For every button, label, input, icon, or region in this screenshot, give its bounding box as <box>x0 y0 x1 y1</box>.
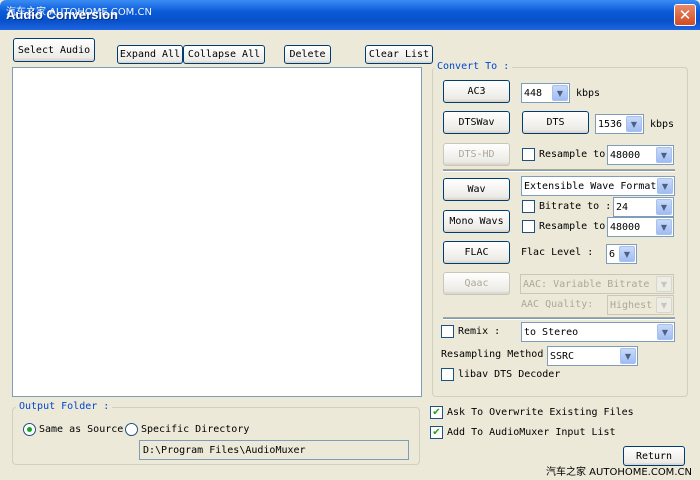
chevron-down-icon: ▼ <box>656 147 672 163</box>
title-bar: Audio Conversion 汽车之家 AUTOHOME.COM.CN ✕ <box>0 0 700 30</box>
wav-resample-select[interactable]: 48000 ▼ <box>607 217 674 237</box>
ac3-bitrate-select[interactable]: 448 ▼ <box>521 83 570 103</box>
add-to-input-label: Add To AudioMuxer Input List <box>447 427 616 438</box>
wav-resample-value: 48000 <box>610 221 641 233</box>
bitrate-checkbox[interactable] <box>522 200 535 213</box>
qaac-button[interactable]: Qaac <box>443 272 510 295</box>
flac-level-label: Flac Level : <box>521 247 594 258</box>
resample-select[interactable]: 48000 ▼ <box>607 145 674 165</box>
expand-all-button[interactable]: Expand All <box>117 45 183 64</box>
dtswav-button[interactable]: DTSWav <box>443 111 510 134</box>
ac3-unit-label: kbps <box>576 88 601 99</box>
remix-select[interactable]: to Stereo ▼ <box>521 322 675 342</box>
specific-directory-label: Specific Directory <box>141 424 250 435</box>
resample-checkbox[interactable] <box>522 148 535 161</box>
same-as-source-label: Same as Source <box>39 424 124 435</box>
resample-label: Resample to <box>539 149 606 160</box>
libav-dts-label: libav DTS Decoder <box>458 369 561 380</box>
output-folder-label: Output Folder : <box>16 401 113 412</box>
mono-wavs-button[interactable]: Mono Wavs <box>443 210 510 233</box>
dts-unit-label: kbps <box>650 119 675 130</box>
output-path-field[interactable]: D:\Program Files\AudioMuxer <box>139 440 409 460</box>
libav-dts-checkbox[interactable] <box>441 368 454 381</box>
aac-quality-value: Highest <box>610 299 653 311</box>
ask-overwrite-label: Ask To Overwrite Existing Files <box>447 407 634 418</box>
resampling-method-value: SSRC <box>550 350 575 362</box>
dts-bitrate-value: 1536 <box>598 118 623 130</box>
wav-format-value: Extensible Wave Format <box>524 180 657 192</box>
separator <box>443 317 675 320</box>
radio-selected-dot <box>27 427 32 432</box>
resampling-method-label: Resampling Method <box>441 349 544 360</box>
audio-file-list[interactable] <box>12 67 422 397</box>
wav-resample-checkbox[interactable] <box>522 220 535 233</box>
wav-button[interactable]: Wav <box>443 178 510 201</box>
flac-button[interactable]: FLAC <box>443 241 510 264</box>
checkmark-icon: ✔ <box>432 427 441 438</box>
wav-resample-label: Resample to <box>539 221 606 232</box>
delete-button[interactable]: Delete <box>284 45 331 64</box>
remix-value: to Stereo <box>524 326 579 338</box>
resampling-method-select[interactable]: SSRC ▼ <box>547 346 638 366</box>
checkmark-icon: ✔ <box>432 407 441 418</box>
chevron-down-icon: ▼ <box>552 85 568 101</box>
close-icon: ✕ <box>678 6 692 24</box>
resample-value: 48000 <box>610 149 641 161</box>
aac-quality-select[interactable]: Highest ▼ <box>607 295 674 315</box>
watermark-bottom: 汽车之家 AUTOHOME.COM.CN <box>546 467 692 478</box>
aac-mode-value: AAC: Variable Bitrate <box>523 278 650 290</box>
chevron-down-icon: ▼ <box>657 324 673 340</box>
chevron-down-icon: ▼ <box>619 246 635 262</box>
chevron-down-icon: ▼ <box>656 219 672 235</box>
watermark-top: 汽车之家 AUTOHOME.COM.CN <box>6 7 152 18</box>
ac3-button[interactable]: AC3 <box>443 80 510 103</box>
bitrate-select[interactable]: 24 ▼ <box>613 197 674 217</box>
chevron-down-icon: ▼ <box>620 348 636 364</box>
close-button[interactable]: ✕ <box>674 4 696 26</box>
remix-checkbox[interactable] <box>441 325 454 338</box>
dts-bitrate-select[interactable]: 1536 ▼ <box>595 114 644 134</box>
ask-overwrite-checkbox[interactable]: ✔ <box>430 406 443 419</box>
wav-format-select[interactable]: Extensible Wave Format ▼ <box>521 176 675 196</box>
clear-list-button[interactable]: Clear List <box>365 45 433 64</box>
audio-conversion-window: Audio Conversion 汽车之家 AUTOHOME.COM.CN ✕ … <box>0 0 700 480</box>
separator <box>443 169 675 172</box>
bitrate-value: 24 <box>616 201 629 213</box>
remix-label: Remix : <box>458 326 501 337</box>
specific-directory-radio[interactable] <box>125 423 138 436</box>
chevron-down-icon: ▼ <box>656 276 672 292</box>
flac-level-select[interactable]: 6 ▼ <box>606 244 637 264</box>
chevron-down-icon: ▼ <box>656 297 672 313</box>
dts-button[interactable]: DTS <box>522 111 589 134</box>
chevron-down-icon: ▼ <box>656 199 672 215</box>
chevron-down-icon: ▼ <box>626 116 642 132</box>
convert-to-label: Convert To : <box>434 61 513 72</box>
collapse-all-button[interactable]: Collapse All <box>183 45 265 64</box>
flac-level-value: 6 <box>609 248 616 260</box>
aac-mode-select[interactable]: AAC: Variable Bitrate ▼ <box>520 274 674 294</box>
chevron-down-icon: ▼ <box>657 178 673 194</box>
dtshd-button[interactable]: DTS-HD <box>443 143 510 166</box>
ac3-bitrate-value: 448 <box>524 87 543 99</box>
same-as-source-radio[interactable] <box>23 423 36 436</box>
bitrate-label: Bitrate to : <box>539 201 612 212</box>
aac-quality-label: AAC Quality: <box>521 299 594 310</box>
add-to-input-checkbox[interactable]: ✔ <box>430 426 443 439</box>
select-audio-button[interactable]: Select Audio <box>13 38 95 62</box>
